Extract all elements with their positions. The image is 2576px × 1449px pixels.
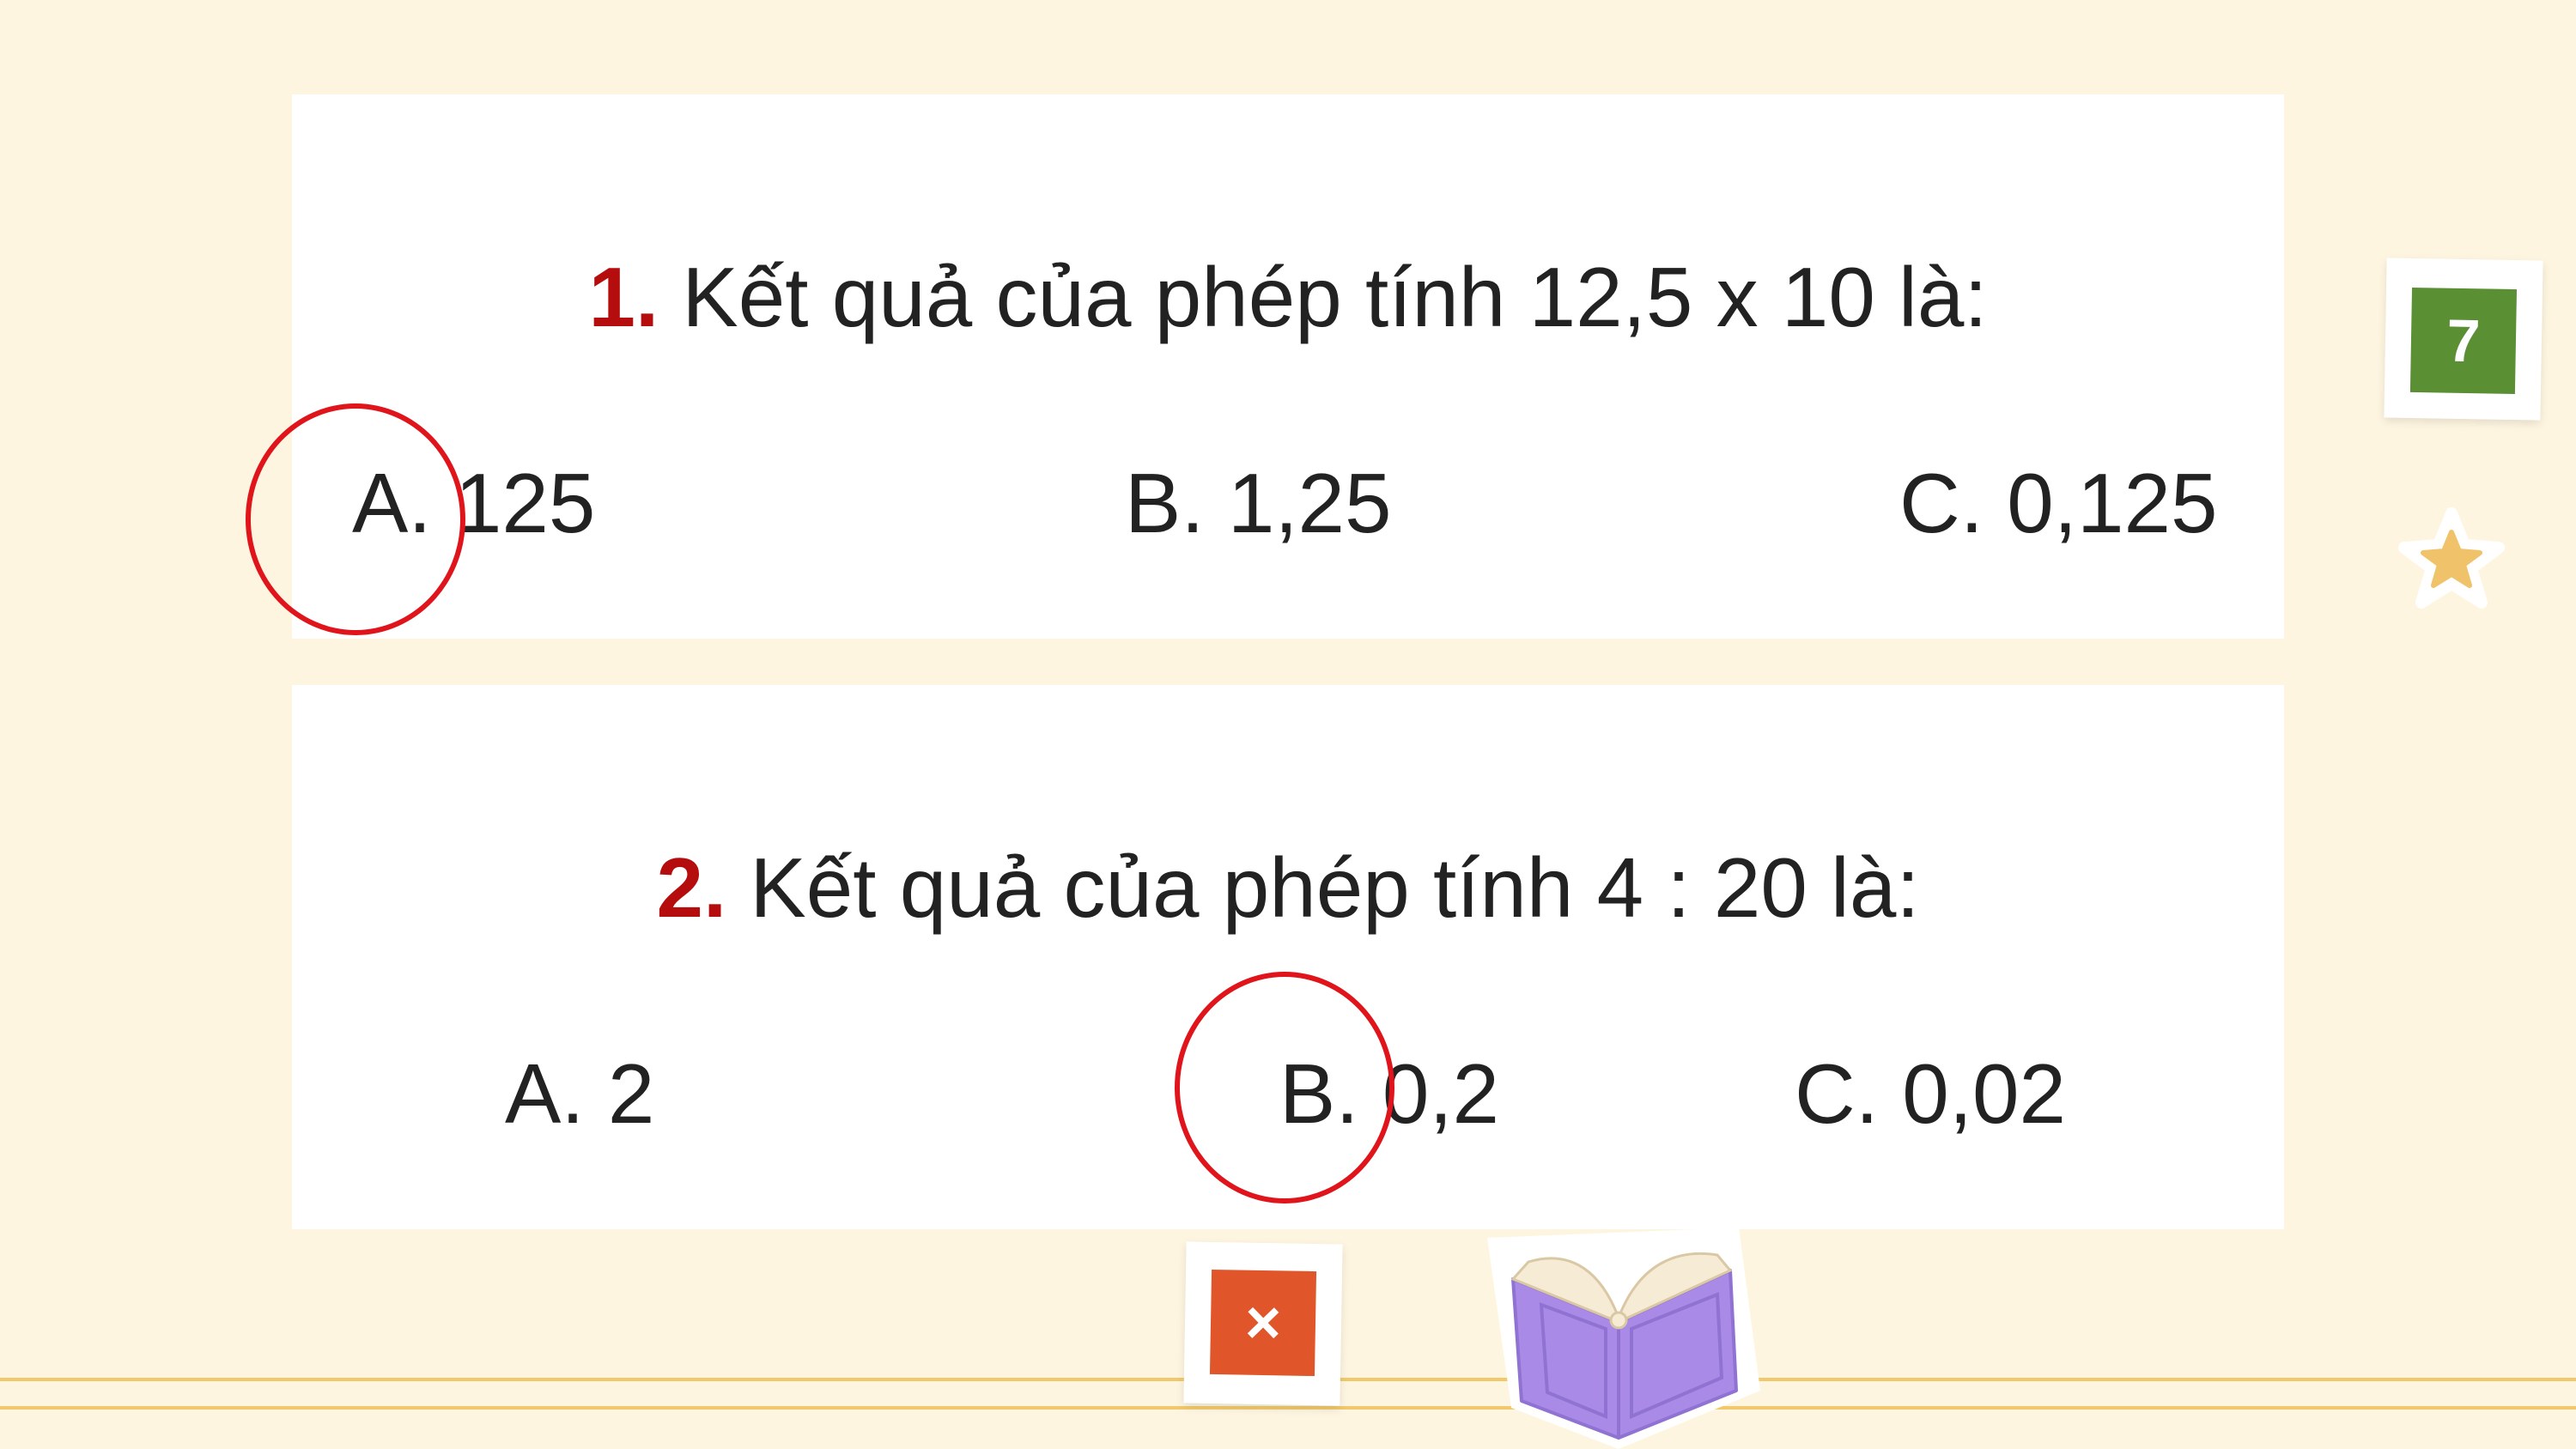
- question-2-number: 2.: [656, 840, 727, 935]
- question-1-option-b[interactable]: B. 1,25: [1125, 455, 1392, 552]
- page-number-badge: 7: [2384, 258, 2543, 421]
- answer-circle-q2: [1175, 972, 1394, 1203]
- close-button[interactable]: ×: [1183, 1241, 1343, 1406]
- question-2-option-a[interactable]: A. 2: [505, 1046, 654, 1143]
- question-1-number: 1.: [588, 250, 659, 344]
- question-2-text: 2. Kết quả của phép tính 4 : 20 là:: [292, 840, 2284, 937]
- question-1-option-c[interactable]: C. 0,125: [1899, 455, 2217, 552]
- question-1-prompt: Kết quả của phép tính 12,5 x 10 là:: [682, 250, 1988, 344]
- question-1-text: 1. Kết quả của phép tính 12,5 x 10 là:: [292, 249, 2284, 346]
- question-card-1: 1. Kết quả của phép tính 12,5 x 10 là: A…: [292, 94, 2284, 639]
- open-book-icon: [1487, 1228, 1760, 1449]
- page-number-label: 7: [2409, 287, 2518, 395]
- close-icon: ×: [1209, 1269, 1317, 1377]
- question-2-prompt: Kết quả của phép tính 4 : 20 là:: [750, 840, 1920, 935]
- bottom-rule-line-2: [0, 1406, 2576, 1410]
- star-icon: [2398, 507, 2505, 609]
- question-2-option-c[interactable]: C. 0,02: [1795, 1046, 2066, 1143]
- answer-circle-q1: [246, 403, 465, 635]
